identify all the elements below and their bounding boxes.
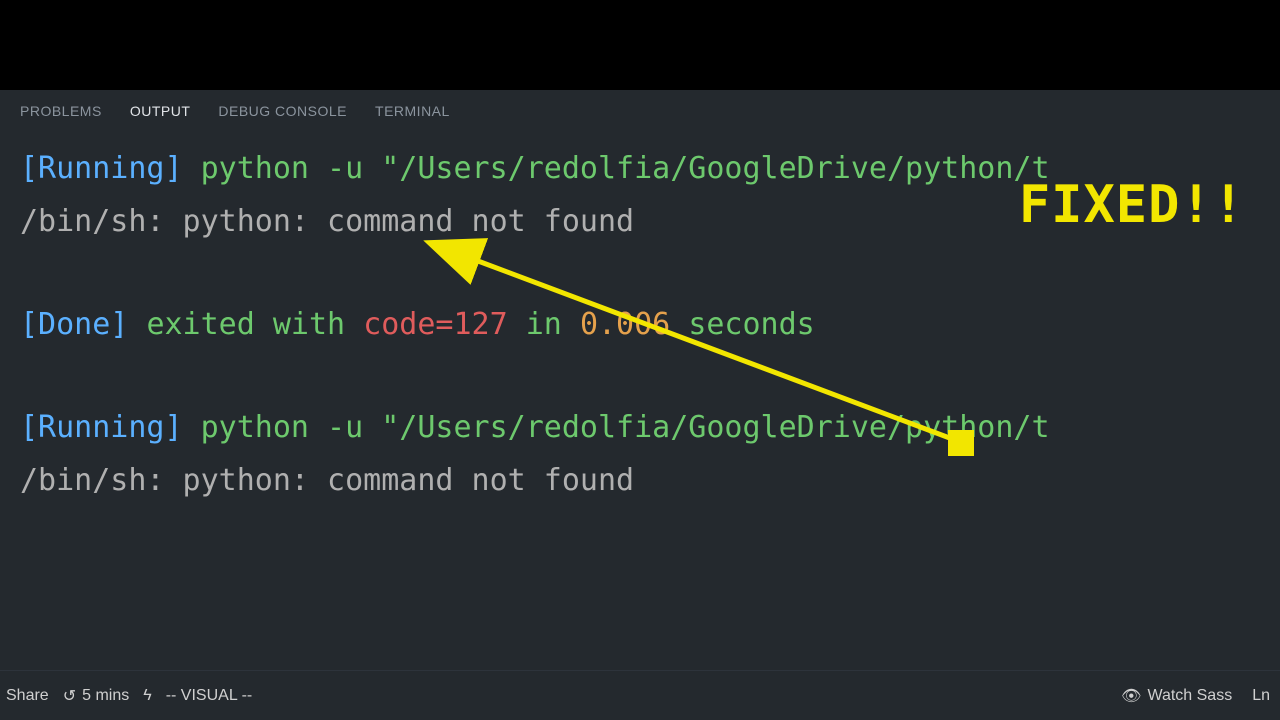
done-post: seconds: [688, 307, 814, 342]
panel-tab-bar: PROBLEMS OUTPUT DEBUG CONSOLE TERMINAL: [0, 90, 1280, 133]
output-line-error-2: /bin/sh: python: command not found: [20, 455, 1260, 506]
output-line-error-1: /bin/sh: python: command not found: [20, 196, 1260, 247]
status-line-col[interactable]: Ln: [1252, 687, 1270, 705]
tag-running: [Running]: [20, 151, 183, 186]
status-lightning[interactable]: ϟ: [143, 687, 151, 705]
tab-output[interactable]: OUTPUT: [130, 103, 191, 119]
output-text[interactable]: [Running] python -u "/Users/redolfia/Goo…: [0, 133, 1280, 508]
exit-time: 0.006: [580, 307, 670, 342]
status-watch-label: Watch Sass: [1147, 687, 1232, 705]
command-text: python -u "/Users/redolfia/GoogleDrive/p…: [201, 151, 1050, 186]
output-line-done: [Done] exited with code=127 in 0.006 sec…: [20, 299, 1260, 350]
history-icon: ↺: [63, 686, 76, 706]
exit-code: code=127: [363, 307, 508, 342]
output-line-running-2: [Running] python -u "/Users/redolfia/Goo…: [20, 402, 1260, 453]
status-time-label: 5 mins: [82, 687, 129, 705]
command-text: python -u "/Users/redolfia/GoogleDrive/p…: [201, 410, 1050, 445]
tab-problems[interactable]: PROBLEMS: [20, 103, 102, 119]
done-pre: exited with: [146, 307, 345, 342]
done-in: in: [526, 307, 562, 342]
output-line-running-1: [Running] python -u "/Users/redolfia/Goo…: [20, 143, 1260, 194]
status-time[interactable]: ↺ 5 mins: [63, 686, 130, 706]
tab-debug-console[interactable]: DEBUG CONSOLE: [218, 103, 347, 119]
lightning-icon: ϟ: [143, 687, 151, 705]
status-watch-sass[interactable]: 👁 Watch Sass: [1121, 686, 1232, 706]
eye-icon: 👁: [1121, 686, 1141, 706]
tag-running: [Running]: [20, 410, 183, 445]
status-vim-mode: -- VISUAL --: [166, 687, 253, 705]
tab-terminal[interactable]: TERMINAL: [375, 103, 450, 119]
status-bar: Share ↺ 5 mins ϟ -- VISUAL -- 👁 Watch Sa…: [0, 670, 1280, 720]
tag-done: [Done]: [20, 307, 128, 342]
status-share[interactable]: Share: [6, 687, 49, 705]
output-panel: PROBLEMS OUTPUT DEBUG CONSOLE TERMINAL […: [0, 90, 1280, 670]
